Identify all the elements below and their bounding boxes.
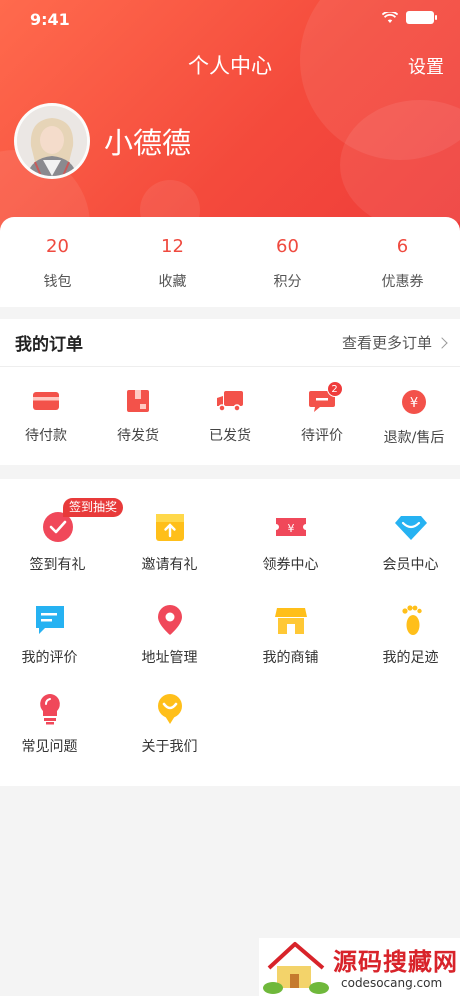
watermark-url: codesocang.com [341,976,443,990]
stat-label: 钱包 [43,274,72,290]
order-label: 待评价 [301,428,343,444]
avatar[interactable] [14,103,90,179]
stat-label: 收藏 [158,274,187,290]
shop-icon [274,608,307,634]
status-time: 9:41 [30,10,70,29]
stat-value: 20 [46,236,69,257]
stat-value: 6 [396,236,409,257]
order-pending-shipment[interactable]: 待发货 [92,367,184,447]
view-more-orders-link[interactable]: 查看更多订单 [341,332,448,353]
order-label: 已发货 [209,428,251,444]
truck-icon [217,391,243,412]
order-label: 待付款 [25,428,67,444]
orders-section: 我的订单 查看更多订单 待付款 待发货 已发货 2 待评价 ¥ 退款/售后 [0,319,460,465]
location-pin-icon [157,605,182,635]
stat-points[interactable]: 60 积分 [230,217,345,307]
settings-button[interactable]: 设置 [408,53,444,79]
order-pending-payment[interactable]: 待付款 [0,367,92,447]
stat-wallet[interactable]: 20 钱包 [0,217,115,307]
service-label: 领券中心 [262,557,319,573]
stat-value: 12 [161,236,184,257]
house-logo-icon [263,942,329,994]
bulb-icon [39,694,60,725]
service-label: 签到有礼 [29,557,86,573]
service-label: 我的足迹 [382,650,439,666]
order-pending-review[interactable]: 2 待评价 [276,367,368,447]
service-label: 关于我们 [141,739,198,755]
service-label: 常见问题 [21,739,78,755]
coupon-icon: ¥ [275,518,306,536]
yuan-icon: ¥ [402,390,426,414]
stat-label: 积分 [273,274,302,290]
service-my-shop[interactable]: 我的商铺 [233,603,348,667]
diamond-icon [394,516,427,540]
svg-text:¥: ¥ [410,396,418,411]
chevron-right-icon [436,336,448,349]
service-about-us[interactable]: 关于我们 [112,692,227,756]
service-label: 我的商铺 [262,650,319,666]
package-icon [127,390,149,412]
battery-icon [406,11,437,24]
stats-panel: 20 钱包 12 收藏 60 积分 6 优惠券 [0,217,460,307]
service-address-management[interactable]: 地址管理 [112,603,227,667]
service-my-footprints[interactable]: 我的足迹 [353,603,460,667]
watermark-title: 源码搜藏网 [333,948,458,976]
service-coupon-center[interactable]: ¥ 领券中心 [233,510,348,574]
footprint-icon [401,605,422,635]
stat-coupons[interactable]: 6 优惠券 [345,217,460,307]
service-label: 会员中心 [382,557,439,573]
orders-title: 我的订单 [15,335,83,355]
stat-label: 优惠券 [381,274,424,290]
wifi-icon [382,11,398,23]
service-label: 地址管理 [141,650,198,666]
about-icon [157,694,182,724]
review-count-badge: 2 [326,381,343,397]
status-bar: 9:41 [0,0,460,36]
username: 小德德 [104,126,192,160]
service-label: 邀请有礼 [141,557,198,573]
stat-favorites[interactable]: 12 收藏 [115,217,230,307]
service-my-reviews[interactable]: 我的评价 [0,603,107,667]
page-title: 个人中心 [188,54,272,78]
view-more-label: 查看更多订单 [341,334,432,352]
service-faq[interactable]: 常见问题 [0,692,107,756]
stat-value: 60 [276,236,299,257]
svg-text:¥: ¥ [287,522,294,535]
order-refund[interactable]: ¥ 退款/售后 [368,367,460,447]
service-label: 我的评价 [21,650,78,666]
watermark: 源码搜藏网 codesocang.com [259,938,460,996]
card-icon [33,392,59,410]
service-sign-in-reward[interactable]: 签到有礼 [0,510,115,574]
order-label: 待发货 [117,428,159,444]
gift-icon [155,514,184,541]
service-member-center[interactable]: 会员中心 [353,510,460,574]
order-label: 退款/售后 [383,430,445,446]
review-icon [35,606,64,634]
order-shipped[interactable]: 已发货 [184,367,276,447]
service-invite-reward[interactable]: 邀请有礼 [112,510,227,574]
